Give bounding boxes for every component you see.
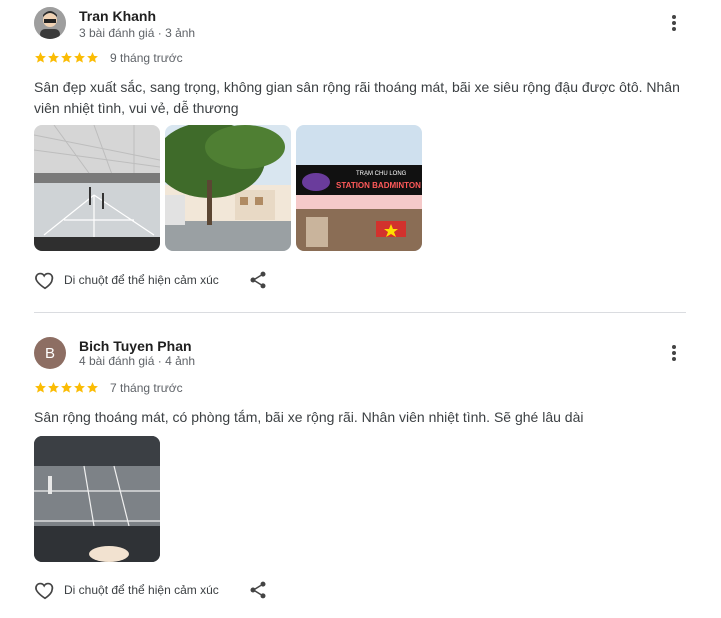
avatar[interactable]: B: [34, 337, 66, 369]
star-icon: [74, 52, 85, 63]
indoor-badminton-hall-photo: [34, 125, 160, 251]
review-text: Sân rộng thoáng mát, có phòng tắm, bãi x…: [34, 409, 584, 425]
share-icon[interactable]: [248, 580, 268, 600]
sign-text: TRẠM CHU LONG: [356, 171, 407, 177]
share-icon[interactable]: [248, 270, 268, 290]
avatar-letter: B: [44, 344, 55, 362]
star-icon: [35, 52, 46, 63]
badminton-court-grey-photo: [34, 436, 160, 562]
parking-lot-with-tree-photo: [165, 125, 291, 251]
star-icon: [87, 52, 98, 63]
reviewer-meta: 3 bài đánh giá · 3 ảnh: [79, 26, 196, 40]
more-vert-icon: [672, 345, 676, 361]
star-icon: [48, 52, 59, 63]
star-icon: [61, 382, 72, 393]
review-photo[interactable]: [34, 436, 160, 562]
heart-icon[interactable]: [34, 269, 56, 291]
heart-icon[interactable]: [34, 579, 56, 601]
star-rating: [34, 51, 99, 64]
storefront-sign-photo: TRẠM CHU LONG STATION BADMINTON: [296, 125, 422, 251]
review-photo[interactable]: [34, 125, 160, 251]
review-text: Sân đẹp xuất sắc, sang trọng, không gian…: [34, 79, 680, 116]
star-icon: [87, 382, 98, 393]
star-icon: [74, 382, 85, 393]
more-options-button[interactable]: [664, 343, 684, 363]
star-icon: [35, 382, 46, 393]
reaction-label: Di chuột để thể hiện cảm xúc: [64, 583, 219, 597]
review-time: 9 tháng trước: [110, 51, 183, 65]
reviewer-name[interactable]: Tran Khanh: [79, 8, 156, 24]
review-photo[interactable]: [165, 125, 291, 251]
more-options-button[interactable]: [664, 13, 684, 33]
review-card: Tran Khanh 3 bài đánh giá · 3 ảnh 9 thán…: [0, 0, 721, 312]
more-vert-icon: [672, 15, 676, 31]
sign-text-2: STATION BADMINTON: [336, 181, 421, 190]
reviewer-name[interactable]: Bich Tuyen Phan: [79, 338, 192, 354]
reaction-row: Di chuột để thể hiện cảm xúc: [34, 579, 219, 601]
reaction-label: Di chuột để thể hiện cảm xúc: [64, 273, 219, 287]
reviewer-meta: 4 bài đánh giá · 4 ảnh: [79, 354, 196, 368]
star-icon: [48, 382, 59, 393]
star-rating: [34, 381, 99, 394]
review-time: 7 tháng trước: [110, 381, 183, 395]
star-icon: [61, 52, 72, 63]
avatar-photo-icon: [34, 7, 66, 39]
avatar[interactable]: [34, 7, 66, 39]
review-card: B Bich Tuyen Phan 4 bài đánh giá · 4 ảnh…: [0, 313, 721, 618]
review-photo[interactable]: TRẠM CHU LONG STATION BADMINTON: [296, 125, 422, 251]
reaction-row: Di chuột để thể hiện cảm xúc: [34, 269, 219, 291]
